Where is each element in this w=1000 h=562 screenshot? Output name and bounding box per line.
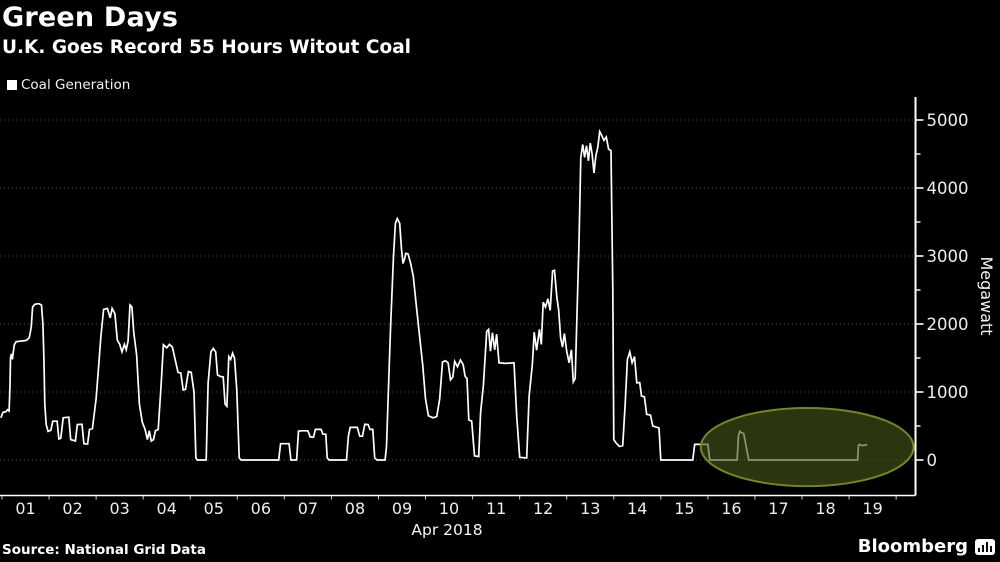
x-tick-label: 09 (392, 499, 412, 518)
x-tick-label: 14 (627, 499, 647, 518)
y-tick-label: 1000 (927, 383, 969, 402)
y-axis-title: Megawatt (977, 256, 996, 335)
bloomberg-logo: Bloomberg (858, 536, 995, 557)
x-tick-label: 15 (674, 499, 694, 518)
y-tick-label: 3000 (927, 247, 969, 266)
x-tick-label: 07 (298, 499, 318, 518)
y-tick-label: 2000 (927, 315, 969, 334)
coal-generation-series-line (1, 132, 866, 460)
bloomberg-chart-card: Green Days U.K. Goes Record 55 Hours Wit… (0, 0, 1000, 562)
x-tick-label: 03 (109, 499, 129, 518)
x-tick-label: 05 (204, 499, 224, 518)
x-tick-label: 04 (157, 499, 177, 518)
x-tick-label: 08 (345, 499, 365, 518)
x-tick-label: 19 (862, 499, 882, 518)
bloomberg-logo-text: Bloomberg (858, 536, 968, 557)
x-tick-label: 10 (439, 499, 459, 518)
x-tick-label: 06 (251, 499, 271, 518)
source-note: Source: National Grid Data (2, 542, 206, 558)
x-tick-label: 01 (15, 499, 35, 518)
x-tick-label: 11 (486, 499, 506, 518)
x-tick-label: 16 (721, 499, 741, 518)
coal-generation-line-chart: 0 1000 2000 3000 4000 5000 01 02 03 04 05 06 07 08 09 1… (0, 0, 1000, 562)
x-axis-title: Apr 2018 (411, 521, 482, 539)
x-tick-label: 17 (768, 499, 788, 518)
y-tick-label: 4000 (927, 179, 969, 198)
y-tick-label: 0 (927, 451, 938, 470)
bloomberg-chart-bubble-icon (975, 539, 995, 555)
x-tick-label: 18 (815, 499, 835, 518)
record-period-highlight-ellipse (701, 408, 914, 486)
x-tick-label: 02 (62, 499, 82, 518)
y-tick-label: 5000 (927, 111, 969, 130)
x-tick-label: 13 (580, 499, 600, 518)
x-tick-label: 12 (533, 499, 553, 518)
